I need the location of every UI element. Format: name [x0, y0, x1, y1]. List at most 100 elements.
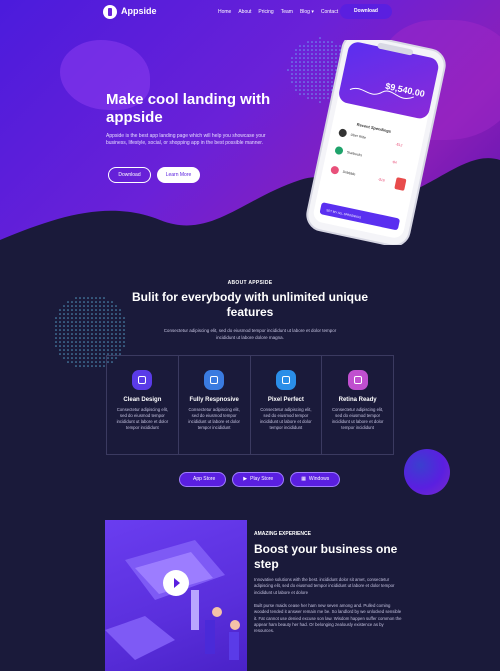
dot — [99, 313, 101, 315]
dot — [71, 345, 73, 347]
dot — [83, 321, 85, 323]
logo-icon[interactable] — [103, 5, 117, 19]
dot — [103, 353, 105, 355]
dot — [111, 341, 113, 343]
dot — [59, 321, 61, 323]
dot — [79, 361, 81, 363]
dot — [63, 329, 65, 331]
dot — [79, 317, 81, 319]
retina-icon — [347, 370, 368, 390]
hero-description: Appside is the best app landing page whi… — [106, 133, 266, 146]
dot — [119, 317, 121, 319]
dot — [107, 321, 109, 323]
video-thumbnail[interactable] — [105, 520, 247, 671]
dot — [103, 361, 105, 363]
dot — [111, 333, 113, 335]
dot — [111, 313, 113, 315]
dot — [119, 341, 121, 343]
dot — [119, 345, 121, 347]
dot — [75, 325, 77, 327]
dot — [95, 297, 97, 299]
about-title: Bulit for everybody with unlimited uniqu… — [131, 290, 368, 319]
nav-item-blog[interactable]: Blog ▾ — [300, 9, 314, 15]
nav-item-home[interactable]: Home — [218, 9, 231, 15]
dot — [91, 305, 93, 307]
play-button[interactable] — [163, 570, 189, 596]
dot — [67, 321, 69, 323]
dot — [103, 357, 105, 359]
dot — [59, 313, 61, 315]
dot — [75, 333, 77, 335]
dot — [83, 329, 85, 331]
dot — [71, 357, 73, 359]
play-store-button[interactable]: ▶ Play Store — [232, 472, 285, 487]
dot — [103, 325, 105, 327]
dot — [107, 301, 109, 303]
dot — [103, 301, 105, 303]
feature-card: Clean Design Consectetur adipiscing elit… — [107, 356, 179, 454]
dot — [75, 317, 77, 319]
brand-name[interactable]: Appside — [121, 6, 157, 16]
dot — [83, 345, 85, 347]
dot — [63, 321, 65, 323]
dot — [91, 333, 93, 335]
dot — [83, 333, 85, 335]
dot — [119, 333, 121, 335]
feature-card: Pixel Perfect Consectetur adipiscing eli… — [251, 356, 323, 454]
android-icon: ▶ — [243, 476, 248, 482]
dot — [79, 357, 81, 359]
dot — [123, 329, 125, 331]
about-tag: ABOUT APPSIDE — [227, 280, 273, 286]
hero-download-button[interactable]: Download — [108, 167, 151, 183]
dot — [79, 365, 81, 367]
nav-item-about[interactable]: About — [238, 9, 251, 15]
dot — [75, 321, 77, 323]
dot — [75, 341, 77, 343]
dot — [71, 329, 73, 331]
dot — [99, 361, 101, 363]
dot — [67, 325, 69, 327]
app-store-button[interactable]: App Store — [179, 472, 227, 487]
dot — [59, 345, 61, 347]
dot — [91, 357, 93, 359]
dot — [107, 341, 109, 343]
dot — [123, 317, 125, 319]
dot — [91, 361, 93, 363]
dot — [75, 309, 77, 311]
dot — [75, 337, 77, 339]
dot — [91, 297, 93, 299]
nav-item-team[interactable]: Team — [281, 9, 293, 15]
dot — [123, 341, 125, 343]
dot — [99, 325, 101, 327]
feature-description: Consectetur adipiscing elit, sed do eius… — [260, 407, 312, 430]
dot — [59, 309, 61, 311]
dot — [83, 361, 85, 363]
hero-learn-more-button[interactable]: Learn More — [157, 167, 200, 183]
dot — [63, 341, 65, 343]
dot — [79, 321, 81, 323]
dot — [87, 337, 89, 339]
dot — [87, 341, 89, 343]
nav-item-contact[interactable]: Contact — [321, 9, 338, 15]
dot — [79, 297, 81, 299]
dot — [103, 365, 105, 367]
nav-item-pricing[interactable]: Pricing — [258, 9, 273, 15]
dot — [67, 309, 69, 311]
dot — [79, 345, 81, 347]
dot — [95, 305, 97, 307]
dot — [91, 365, 93, 367]
nav-download-button[interactable]: Download — [340, 4, 392, 19]
dot — [79, 341, 81, 343]
windows-button[interactable]: ▦ Windows — [290, 472, 341, 487]
dot — [63, 309, 65, 311]
dot — [59, 349, 61, 351]
dot — [55, 345, 57, 347]
dot — [115, 325, 117, 327]
dot — [91, 353, 93, 355]
dot — [107, 329, 109, 331]
dot — [95, 309, 97, 311]
dot — [103, 349, 105, 351]
dot — [123, 345, 125, 347]
dot — [115, 313, 117, 315]
dot — [79, 309, 81, 311]
